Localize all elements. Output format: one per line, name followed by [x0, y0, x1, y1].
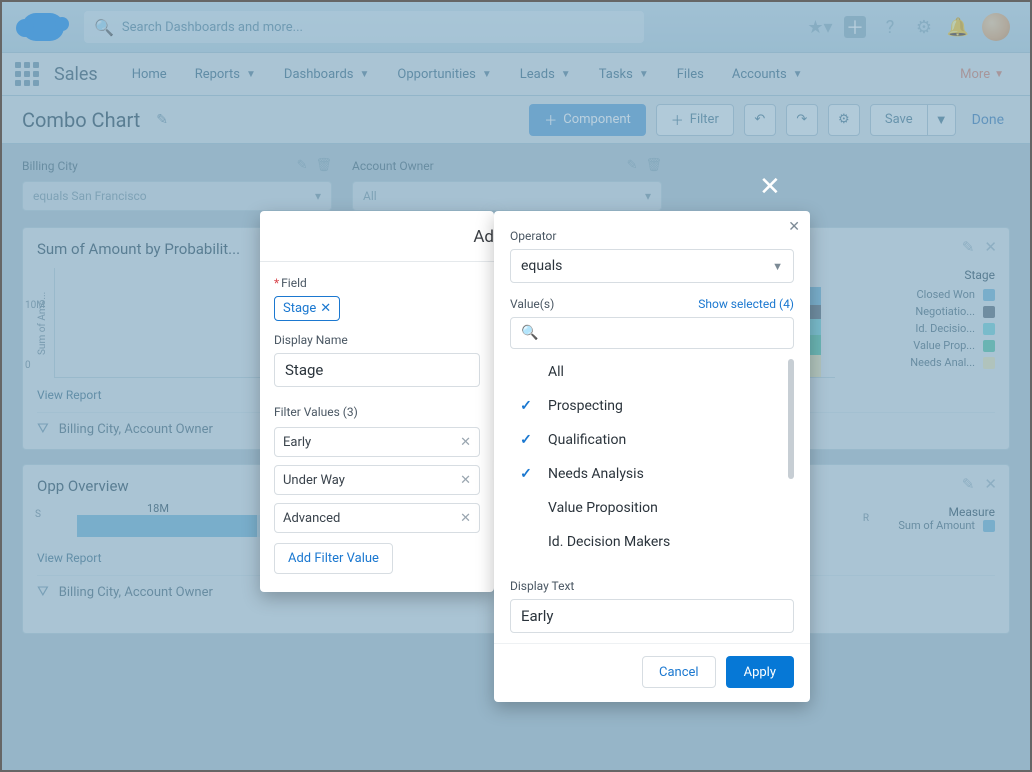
option-row[interactable]: ✓Prospecting [510, 389, 794, 423]
option-row[interactable]: ✓Needs Analysis [510, 457, 794, 491]
field-label: *Field [274, 276, 480, 290]
apply-button[interactable]: Apply [726, 656, 794, 688]
scrollbar-thumb[interactable] [788, 359, 794, 479]
display-text-label: Display Text [510, 579, 794, 593]
operator-select[interactable]: equals ▼ [510, 249, 794, 283]
remove-icon[interactable]: ✕ [460, 511, 471, 526]
option-row[interactable]: ✓Qualification [510, 423, 794, 457]
remove-icon[interactable]: ✕ [460, 435, 471, 450]
filter-value-row[interactable]: Early✕ [274, 427, 480, 457]
filter-value-popover: ✕ Operator equals ▼ Value(s) Show select… [494, 211, 810, 702]
option-row[interactable]: Id. Decision Makers [510, 525, 794, 559]
edit-filter-panel: Ad *Field Stage ✕ Display Name Filter Va… [260, 211, 494, 592]
remove-pill-icon[interactable]: ✕ [320, 301, 331, 316]
values-search[interactable]: 🔍 [510, 317, 794, 349]
close-modal-icon[interactable]: ✕ [759, 172, 781, 202]
filter-values-label: Filter Values (3) [274, 405, 480, 419]
chevron-down-icon: ▼ [772, 260, 783, 273]
add-filter-value-button[interactable]: Add Filter Value [274, 543, 393, 574]
display-name-label: Display Name [274, 333, 480, 347]
values-option-list: All ✓Prospecting✓Qualification✓Needs Ana… [510, 355, 794, 569]
search-icon: 🔍 [521, 325, 538, 341]
option-all[interactable]: All [510, 355, 794, 389]
display-name-input[interactable] [274, 353, 480, 387]
check-icon: ✓ [516, 568, 536, 569]
panel-header: Ad [260, 211, 494, 262]
check-icon: ✓ [516, 466, 536, 482]
show-selected-link[interactable]: Show selected (4) [698, 297, 794, 311]
close-icon[interactable]: ✕ [788, 219, 800, 235]
field-pill[interactable]: Stage ✕ [274, 296, 340, 321]
cancel-button[interactable]: Cancel [642, 656, 716, 688]
remove-icon[interactable]: ✕ [460, 473, 471, 488]
check-icon: ✓ [516, 432, 536, 448]
display-text-input[interactable] [510, 599, 794, 633]
check-icon: ✓ [516, 398, 536, 414]
option-row[interactable]: ✓Perception Analysis [510, 559, 794, 569]
option-row[interactable]: Value Proposition [510, 491, 794, 525]
values-label: Value(s) [510, 297, 554, 311]
filter-value-row[interactable]: Advanced✕ [274, 503, 480, 533]
filter-value-row[interactable]: Under Way✕ [274, 465, 480, 495]
operator-label: Operator [510, 229, 794, 243]
